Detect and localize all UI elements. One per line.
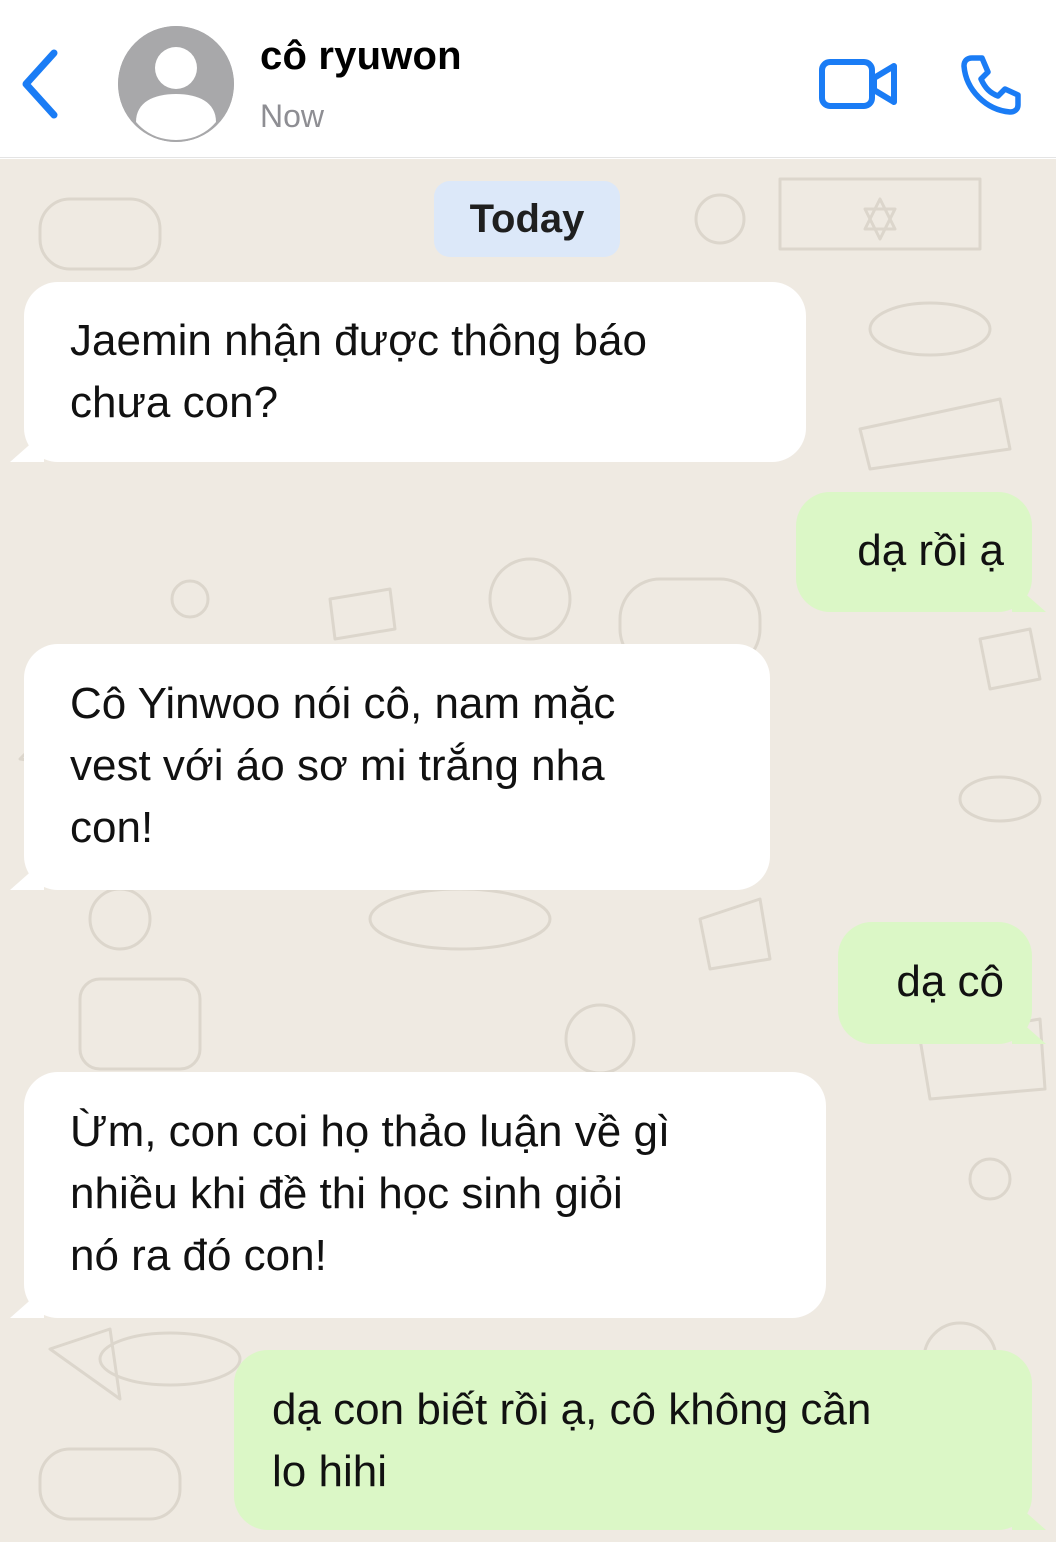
date-separator: Today xyxy=(434,181,620,257)
contact-status: Now xyxy=(260,98,325,134)
phone-icon xyxy=(961,55,1021,115)
video-camera-icon xyxy=(819,59,897,109)
video-call-button[interactable] xyxy=(818,56,900,112)
outgoing-message[interactable]: dạ rồi ạ xyxy=(796,492,1032,612)
outgoing-message[interactable]: dạ con biết rồi ạ, cô không cần lo hihi xyxy=(234,1350,1032,1530)
incoming-message[interactable]: Jaemin nhận được thông báo chưa con? xyxy=(24,282,806,462)
incoming-message[interactable]: Cô Yinwoo nói cô, nam mặc vest với áo sơ… xyxy=(24,644,770,890)
chat-header: cô ryuwon Now xyxy=(0,0,1056,158)
person-silhouette-icon xyxy=(118,26,234,142)
voice-call-button[interactable] xyxy=(958,52,1024,118)
chat-area[interactable]: Today Jaemin nhận được thông báo chưa co… xyxy=(0,159,1056,1542)
incoming-message[interactable]: Ừm, con coi họ thảo luận về gì nhiều khi… xyxy=(24,1072,826,1318)
chevron-left-icon xyxy=(22,49,58,119)
back-button[interactable] xyxy=(12,44,68,124)
avatar[interactable] xyxy=(118,26,234,142)
contact-name[interactable]: cô ryuwon xyxy=(260,34,462,79)
outgoing-message[interactable]: dạ cô xyxy=(838,922,1032,1044)
